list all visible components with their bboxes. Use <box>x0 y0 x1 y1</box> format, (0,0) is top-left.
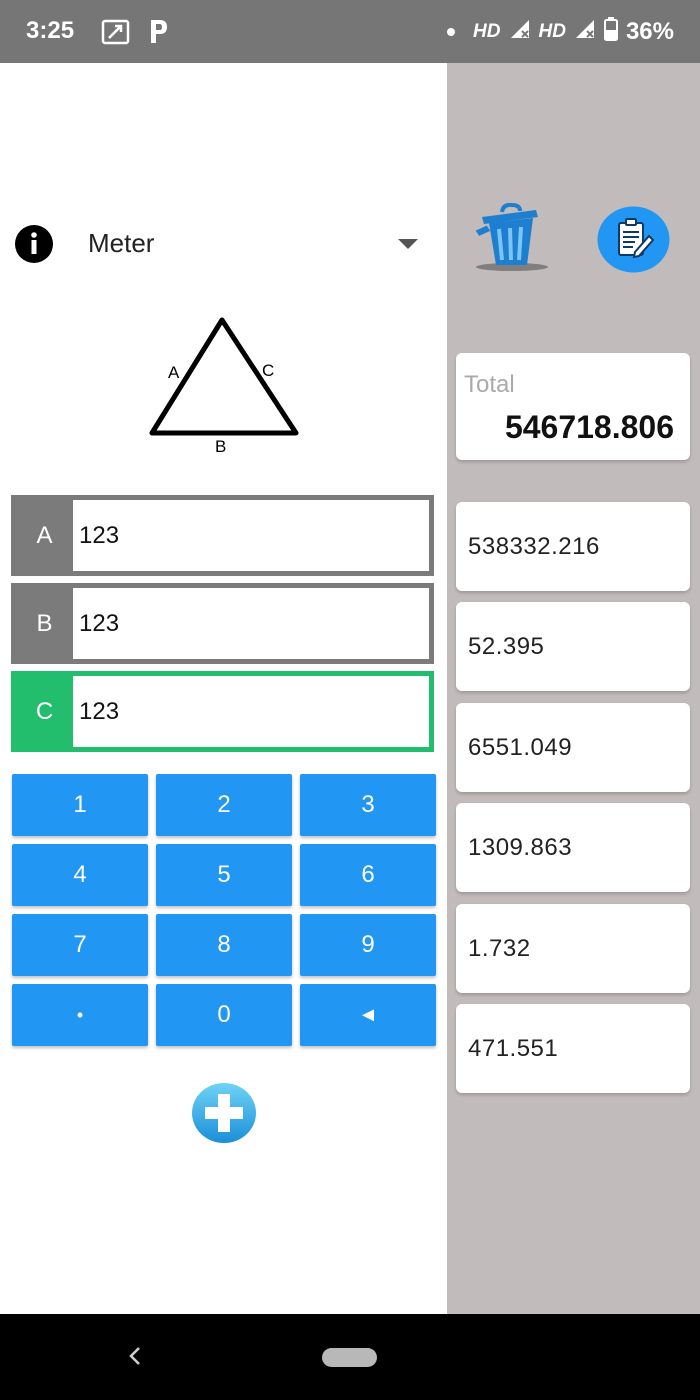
result-card[interactable]: 6551.049 <box>456 703 690 792</box>
side-b-input[interactable]: 123 <box>79 588 423 659</box>
add-button[interactable] <box>191 1082 257 1144</box>
battery-percent: 36% <box>625 18 674 45</box>
key-4[interactable]: 4 <box>12 844 148 906</box>
battery-icon <box>603 17 618 47</box>
total-label: Total <box>464 371 515 398</box>
chevron-down-icon <box>398 239 418 249</box>
side-c-tag: C <box>16 676 73 747</box>
unit-selected-value: Meter <box>88 228 155 258</box>
result-card[interactable]: 1309.863 <box>456 803 690 892</box>
result-value: 1309.863 <box>468 833 573 861</box>
dot-icon <box>447 28 456 36</box>
side-a-input[interactable]: 123 <box>79 500 423 571</box>
key-1[interactable]: 1 <box>12 774 148 836</box>
trash-icon[interactable] <box>472 203 550 275</box>
result-card[interactable]: 1.732 <box>456 904 690 993</box>
side-a-field[interactable]: A 123 <box>11 495 434 576</box>
side-a-tag: A <box>16 500 73 571</box>
result-card[interactable]: 538332.216 <box>456 502 690 591</box>
network-type-2: HD <box>538 21 566 42</box>
signal-icon <box>574 18 596 46</box>
back-icon[interactable] <box>126 1344 144 1368</box>
side-label-a: A <box>168 363 180 382</box>
key-9[interactable]: 9 <box>300 914 436 976</box>
result-value: 1.732 <box>468 934 531 962</box>
key-0[interactable]: 0 <box>156 984 292 1046</box>
side-label-b: B <box>215 437 226 456</box>
notes-icon[interactable] <box>597 206 670 273</box>
total-card: Total 546718.806 <box>456 353 690 460</box>
info-icon[interactable] <box>14 225 54 263</box>
side-c-input[interactable]: 123 <box>79 676 423 747</box>
side-c-field[interactable]: C 123 <box>11 671 434 752</box>
result-value: 538332.216 <box>468 532 600 560</box>
result-value: 471.551 <box>468 1034 559 1062</box>
key-2[interactable]: 2 <box>156 774 292 836</box>
key-backspace[interactable]: ◄ <box>300 984 436 1046</box>
status-right: HD HD 36% <box>447 17 674 47</box>
key-3[interactable]: 3 <box>300 774 436 836</box>
picture-in-picture-icon <box>101 18 131 51</box>
network-type-1: HD <box>473 21 501 42</box>
result-card[interactable]: 52.395 <box>456 602 690 691</box>
side-b-field[interactable]: B 123 <box>11 583 434 664</box>
key-8[interactable]: 8 <box>156 914 292 976</box>
triangle-diagram: A C B <box>149 317 299 456</box>
key-5[interactable]: 5 <box>156 844 292 906</box>
side-label-c: C <box>262 361 274 380</box>
result-card[interactable]: 471.551 <box>456 1004 690 1093</box>
status-bar: 3:25 HD HD 36% <box>0 0 700 63</box>
result-value: 6551.049 <box>468 733 573 761</box>
signal-icon <box>509 18 531 46</box>
key-7[interactable]: 7 <box>12 914 148 976</box>
side-b-tag: B <box>16 588 73 659</box>
navigation-bar <box>0 1314 700 1400</box>
home-pill-button[interactable] <box>322 1348 377 1367</box>
parking-icon <box>148 16 170 51</box>
key-decimal[interactable]: • <box>12 984 148 1046</box>
unit-dropdown[interactable]: Meter <box>72 218 422 270</box>
total-value: 546718.806 <box>504 409 674 445</box>
key-6[interactable]: 6 <box>300 844 436 906</box>
result-value: 52.395 <box>468 632 545 660</box>
status-time: 3:25 <box>26 17 75 44</box>
